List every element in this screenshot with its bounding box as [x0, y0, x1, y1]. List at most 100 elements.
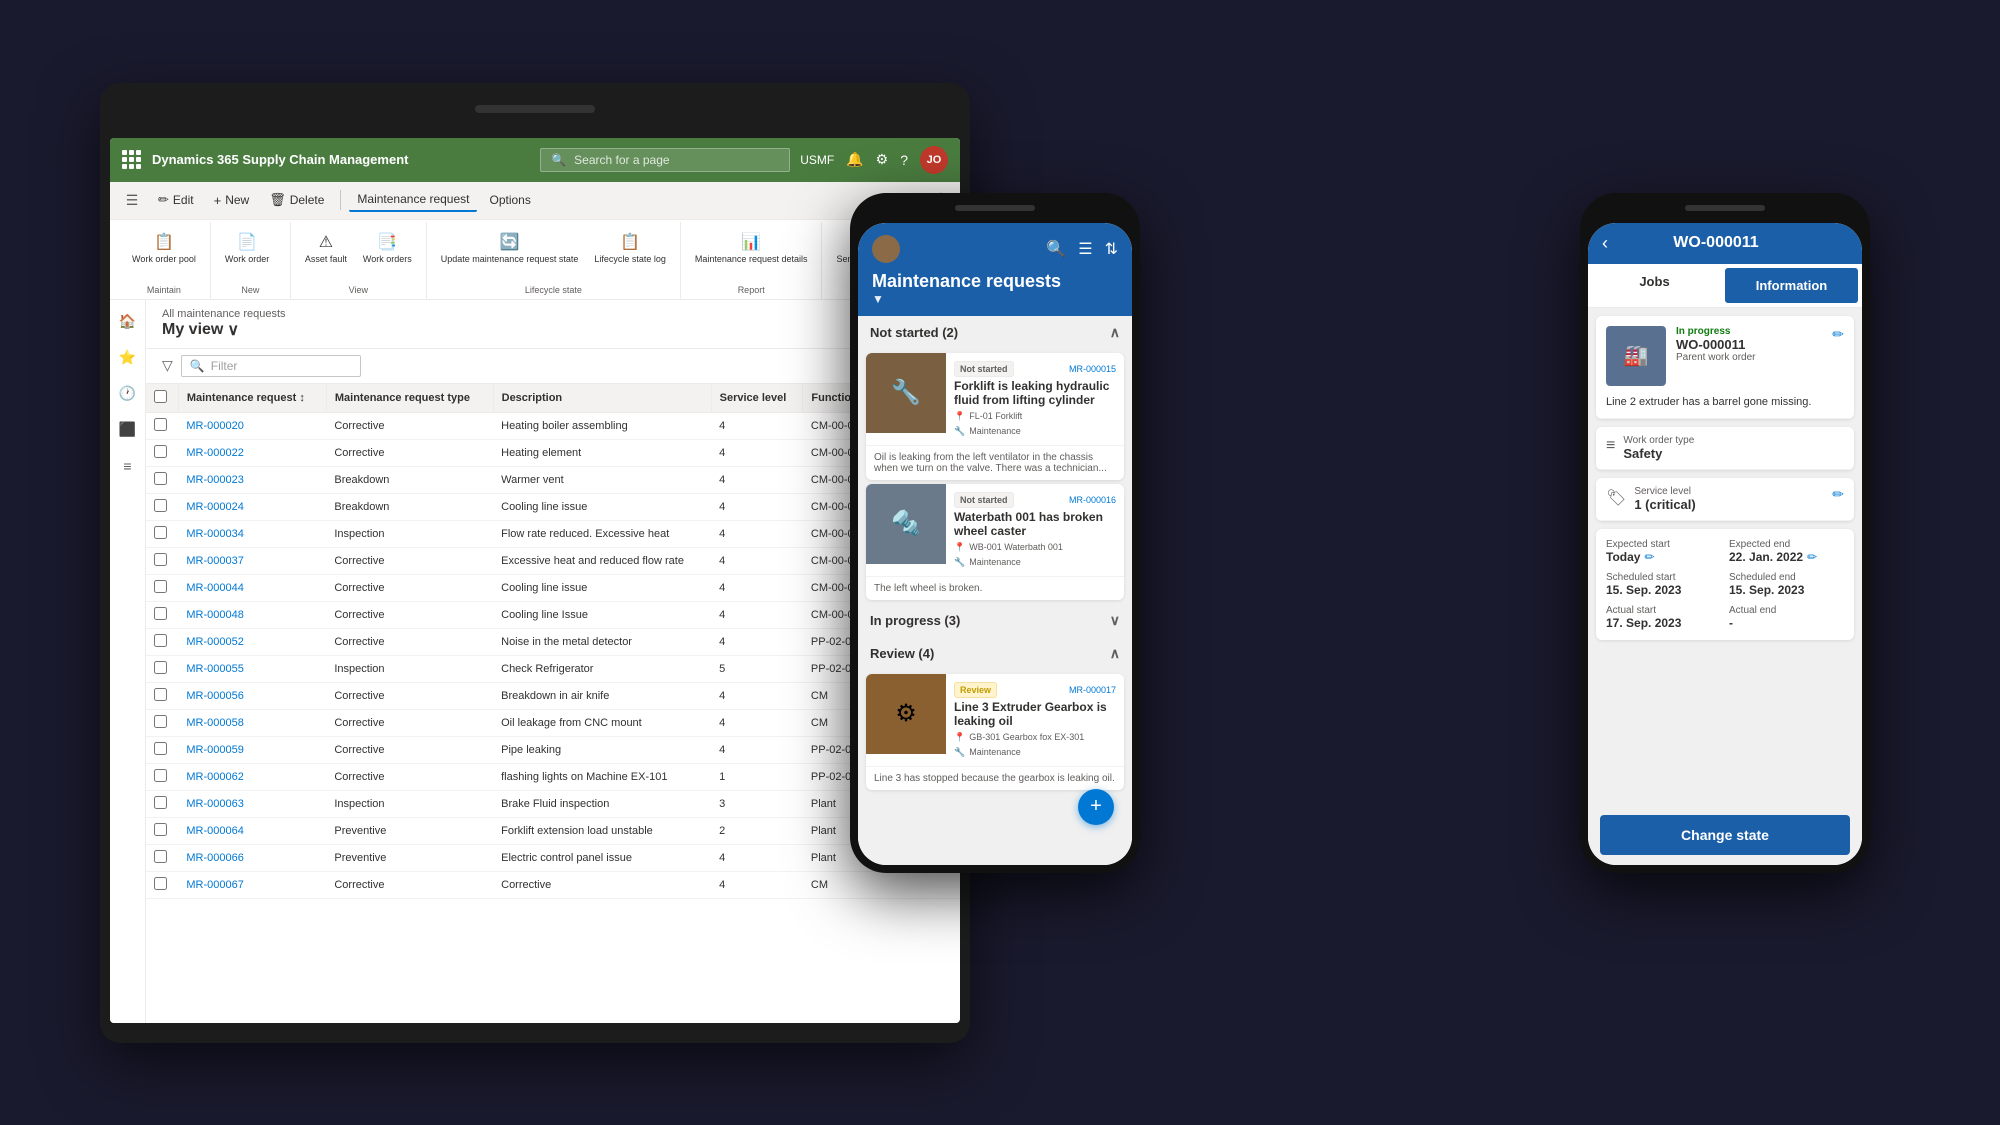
table-row[interactable]: MR-000062 Corrective flashing lights on …: [146, 763, 960, 790]
section-not-started[interactable]: Not started (2) ∧: [858, 316, 1132, 349]
mr-link[interactable]: MR-000020: [186, 420, 243, 432]
mr-link[interactable]: MR-000023: [186, 474, 243, 486]
section-review[interactable]: Review (4) ∧: [858, 637, 1132, 670]
table-row[interactable]: MR-000044 Corrective Cooling line issue …: [146, 574, 960, 601]
card-desc-2: The left wheel is broken.: [866, 576, 1124, 600]
table-row[interactable]: MR-000048 Corrective Cooling line Issue …: [146, 601, 960, 628]
waffle-icon[interactable]: [122, 150, 142, 170]
bell-icon[interactable]: 🔔: [846, 151, 863, 168]
mr-link[interactable]: MR-000058: [186, 717, 243, 729]
phone-left-filter-icon[interactable]: ☰: [1078, 239, 1092, 259]
table-row[interactable]: MR-000020 Corrective Heating boiler asse…: [146, 412, 960, 439]
edit-button[interactable]: ✏ Edit: [150, 188, 202, 212]
filter-icon[interactable]: ▽: [162, 357, 173, 374]
table-row[interactable]: MR-000052 Corrective Noise in the metal …: [146, 628, 960, 655]
wo-number: WO-000011: [1676, 337, 1822, 352]
mr-link[interactable]: MR-000037: [186, 555, 243, 567]
table-row[interactable]: MR-000064 Preventive Forklift extension …: [146, 817, 960, 844]
table-row[interactable]: MR-000063 Inspection Brake Fluid inspect…: [146, 790, 960, 817]
mr-link[interactable]: MR-000056: [186, 690, 243, 702]
service-level-edit-icon[interactable]: ✏: [1832, 486, 1844, 503]
workspaces-icon[interactable]: ⬛: [114, 416, 142, 444]
actual-end: Actual end -: [1729, 605, 1844, 630]
change-state-button[interactable]: Change state: [1600, 815, 1850, 855]
table-row[interactable]: MR-000056 Corrective Breakdown in air kn…: [146, 682, 960, 709]
search-bar[interactable]: 🔍 Search for a page: [540, 148, 790, 172]
mr-link[interactable]: MR-000066: [186, 852, 243, 864]
fab-add-button[interactable]: +: [1078, 789, 1114, 825]
mr-link[interactable]: MR-000022: [186, 447, 243, 459]
settings-icon[interactable]: ⚙: [876, 151, 889, 168]
table-row[interactable]: MR-000034 Inspection Flow rate reduced. …: [146, 520, 960, 547]
table-row[interactable]: MR-000066 Preventive Electric control pa…: [146, 844, 960, 871]
ribbon-state-log[interactable]: 📋 Lifecycle state log: [588, 230, 672, 266]
phone-left-search-icon[interactable]: 🔍: [1046, 239, 1066, 259]
ribbon-update-state[interactable]: 🔄 Update maintenance request state: [435, 230, 585, 266]
table-row[interactable]: MR-000059 Corrective Pipe leaking 4 PP-0…: [146, 736, 960, 763]
table-row[interactable]: MR-000037 Corrective Excessive heat and …: [146, 547, 960, 574]
card-body-mr-000016: Not started MR-000016 Waterbath 001 has …: [946, 484, 1124, 576]
table-row[interactable]: MR-000067 Corrective Corrective 4 CM: [146, 871, 960, 898]
filter-input[interactable]: 🔍 Filter: [181, 355, 361, 377]
col-type[interactable]: Maintenance request type: [326, 384, 493, 413]
card-mr-000015[interactable]: 🔧 Not started MR-000015 Forklift is leak…: [866, 353, 1124, 480]
mr-link[interactable]: MR-000052: [186, 636, 243, 648]
wo-edit-icon[interactable]: ✏: [1832, 326, 1844, 343]
ribbon-group-maintain: 📋 Work order pool Maintain: [118, 222, 211, 299]
mr-link[interactable]: MR-000059: [186, 744, 243, 756]
view-name[interactable]: My view ∨: [162, 320, 286, 340]
mr-link[interactable]: MR-000062: [186, 771, 243, 783]
phone-left-dropdown[interactable]: ▼: [872, 292, 1118, 306]
options-button[interactable]: Options: [481, 189, 538, 211]
col-level[interactable]: Service level: [711, 384, 803, 413]
col-mr[interactable]: Maintenance request ↕: [178, 384, 326, 413]
ribbon-work-order-pool[interactable]: 📋 Work order pool: [126, 230, 202, 266]
col-desc[interactable]: Description: [493, 384, 711, 413]
mr-link[interactable]: MR-000024: [186, 501, 243, 513]
maintenance-request-tab[interactable]: Maintenance request: [349, 188, 477, 212]
row-desc: Heating element: [493, 439, 711, 466]
mr-link[interactable]: MR-000067: [186, 879, 243, 891]
ribbon-asset-fault[interactable]: ⚠ Asset fault: [299, 230, 353, 266]
phone-left-sort-icon[interactable]: ⇅: [1105, 239, 1118, 259]
table-row[interactable]: MR-000024 Breakdown Cooling line issue 4…: [146, 493, 960, 520]
ribbon-work-order[interactable]: 📄 Work order: [219, 230, 275, 266]
mr-link[interactable]: MR-000044: [186, 582, 243, 594]
card-mr-000016[interactable]: 🔩 Not started MR-000016 Waterbath 001 ha…: [866, 484, 1124, 600]
recent-icon[interactable]: 🕐: [114, 380, 142, 408]
row-desc: Corrective: [493, 871, 711, 898]
card-image-mr-000016: 🔩: [866, 484, 946, 564]
tab-jobs[interactable]: Jobs: [1588, 264, 1721, 307]
expected-start-value: Today: [1606, 550, 1640, 564]
view-header: All maintenance requests My view ∨: [146, 300, 960, 349]
expected-end-edit[interactable]: ✏: [1807, 550, 1817, 564]
new-button[interactable]: + New: [206, 189, 258, 212]
table-row[interactable]: MR-000058 Corrective Oil leakage from CN…: [146, 709, 960, 736]
section-in-progress[interactable]: In progress (3) ∨: [858, 604, 1132, 637]
table-row[interactable]: MR-000022 Corrective Heating element 4 C…: [146, 439, 960, 466]
tab-information[interactable]: Information: [1725, 268, 1858, 303]
mr-link[interactable]: MR-000034: [186, 528, 243, 540]
hamburger-icon[interactable]: ☰: [118, 186, 146, 214]
row-location: CM: [803, 871, 932, 898]
ribbon-mr-details[interactable]: 📊 Maintenance request details: [689, 230, 814, 266]
table-row[interactable]: MR-000023 Breakdown Warmer vent 4 CM-00-…: [146, 466, 960, 493]
mr-link[interactable]: MR-000064: [186, 825, 243, 837]
delete-button[interactable]: 🗑 Delete: [261, 188, 332, 212]
user-avatar[interactable]: JO: [920, 146, 948, 174]
help-icon[interactable]: ?: [900, 152, 908, 168]
mr-link[interactable]: MR-000055: [186, 663, 243, 675]
favorites-icon[interactable]: ⭐: [114, 344, 142, 372]
back-button[interactable]: ‹: [1602, 233, 1608, 254]
ribbon-work-orders[interactable]: 📑 Work orders: [357, 230, 418, 266]
modules-icon[interactable]: ≡: [114, 452, 142, 480]
card-mr-000017[interactable]: ⚙ Review MR-000017 Line 3 Extruder Gearb…: [866, 674, 1124, 790]
mr-link[interactable]: MR-000048: [186, 609, 243, 621]
mr-link[interactable]: MR-000063: [186, 798, 243, 810]
row-type: Corrective: [326, 763, 493, 790]
table-row[interactable]: MR-000055 Inspection Check Refrigerator …: [146, 655, 960, 682]
home-icon[interactable]: 🏠: [114, 308, 142, 336]
select-all-checkbox[interactable]: [154, 390, 167, 403]
actual-end-label: Actual end: [1729, 605, 1844, 616]
expected-start-edit[interactable]: ✏: [1644, 550, 1654, 564]
